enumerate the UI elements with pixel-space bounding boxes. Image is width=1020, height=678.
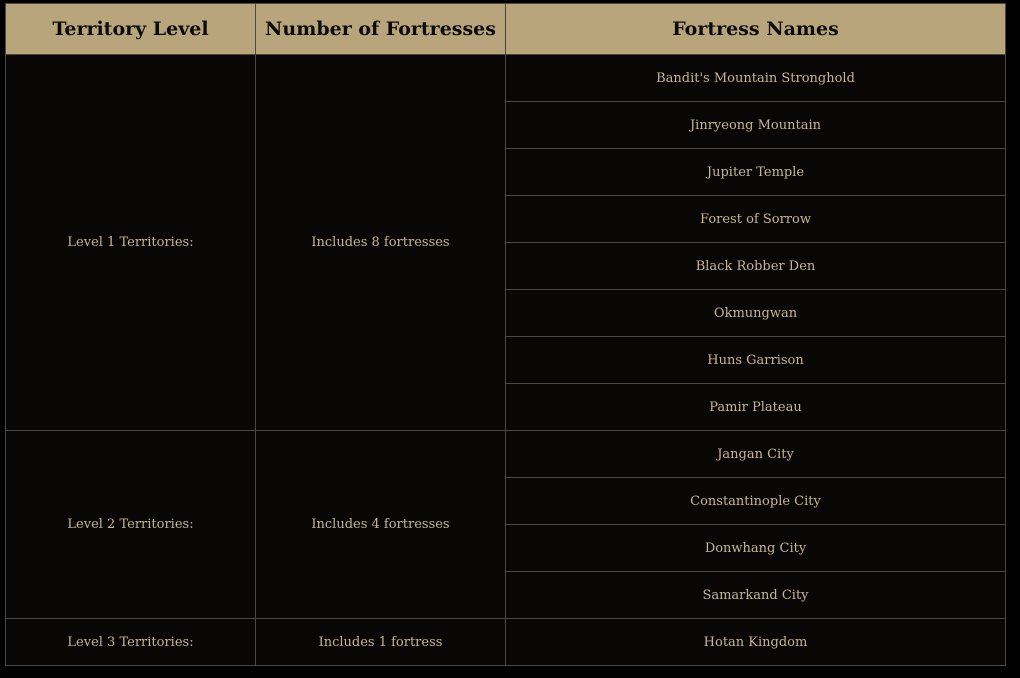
territory-table: Territory Level Number of Fortresses For… xyxy=(5,3,1006,666)
table-row: Level 3 Territories: Includes 1 fortress… xyxy=(5,618,1006,666)
fortress-name-cell: Pamir Plateau xyxy=(505,383,1006,431)
fortress-count-cell: Includes 1 fortress xyxy=(255,618,506,666)
territory-level-cell: Level 1 Territories: xyxy=(5,54,256,431)
fortress-name-cell: Okmungwan xyxy=(505,289,1006,337)
fortress-name-cell: Constantinople City xyxy=(505,477,1006,525)
header-number-of-fortresses: Number of Fortresses xyxy=(255,3,506,55)
territory-level-cell: Level 3 Territories: xyxy=(5,618,256,666)
fortress-name-cell: Jinryeong Mountain xyxy=(505,101,1006,149)
header-fortress-names: Fortress Names xyxy=(505,3,1006,55)
fortress-count-cell: Includes 4 fortresses xyxy=(255,430,506,619)
fortress-name-cell: Samarkand City xyxy=(505,571,1006,619)
fortress-count-cell: Includes 8 fortresses xyxy=(255,54,506,431)
table-row: Level 2 Territories: Includes 4 fortress… xyxy=(5,430,1006,619)
territory-level-cell: Level 2 Territories: xyxy=(5,430,256,619)
header-row: Territory Level Number of Fortresses For… xyxy=(5,3,1006,55)
fortress-name-cell: Jupiter Temple xyxy=(505,148,1006,196)
fortress-name-cell: Donwhang City xyxy=(505,524,1006,572)
fortress-name-cell: Hotan Kingdom xyxy=(505,618,1006,666)
fortress-name-cell: Huns Garrison xyxy=(505,336,1006,384)
table-row: Level 1 Territories: Includes 8 fortress… xyxy=(5,54,1006,431)
fortress-name-cell: Black Robber Den xyxy=(505,242,1006,290)
header-territory-level: Territory Level xyxy=(5,3,256,55)
fortress-name-cell: Jangan City xyxy=(505,430,1006,478)
fortress-name-cell: Bandit's Mountain Stronghold xyxy=(505,54,1006,102)
fortress-name-cell: Forest of Sorrow xyxy=(505,195,1006,243)
